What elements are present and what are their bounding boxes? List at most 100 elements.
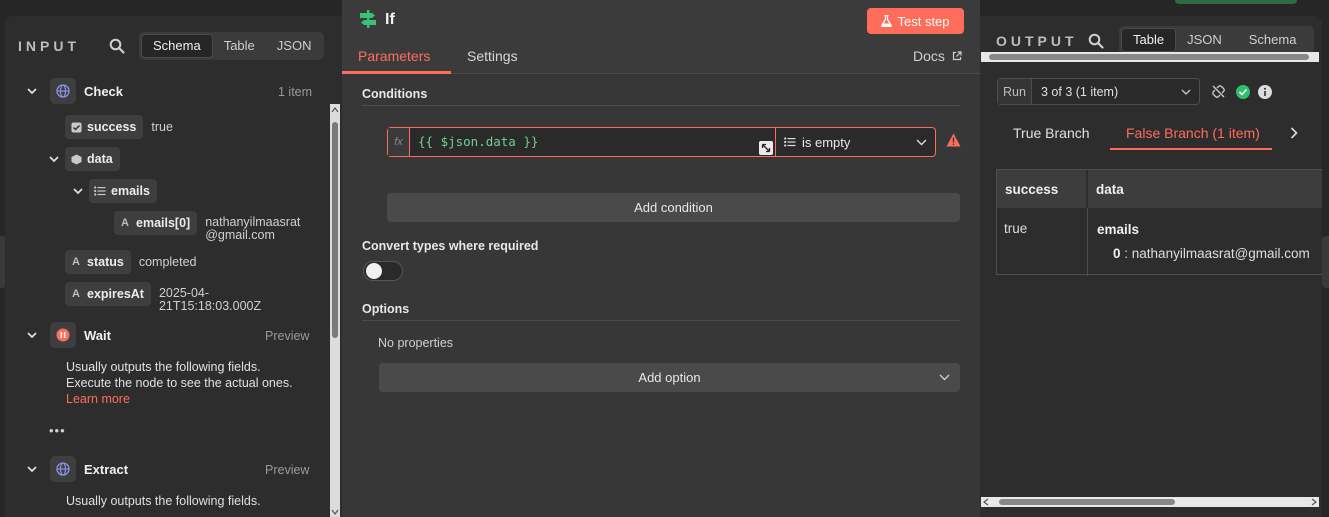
condition-operator-label: is empty bbox=[802, 134, 851, 150]
unlink-icon[interactable] bbox=[1212, 85, 1225, 98]
chevron-right-icon[interactable] bbox=[1290, 127, 1298, 139]
string-type-icon: A bbox=[72, 256, 80, 268]
node-row-wait[interactable]: Wait bbox=[27, 322, 111, 348]
chevron-down-icon bbox=[939, 374, 950, 381]
more-options-icon[interactable]: ••• bbox=[49, 423, 66, 439]
field-value-expires-line2: 21T15:18:03.000Z bbox=[158, 299, 262, 313]
run-selector[interactable]: Run 3 of 3 (1 item) bbox=[997, 78, 1200, 105]
output-bottom-scrollbar[interactable] bbox=[981, 497, 1319, 507]
checkbox-type-icon bbox=[65, 116, 87, 138]
node-name-extract: Extract bbox=[84, 461, 129, 477]
input-vertical-scrollbar[interactable] bbox=[330, 104, 340, 517]
field-key-box: success bbox=[65, 115, 144, 139]
input-tab-table[interactable]: Table bbox=[213, 34, 266, 58]
field-data[interactable]: data bbox=[49, 147, 120, 171]
fx-indicator: fx bbox=[388, 128, 410, 156]
tab-settings[interactable]: Settings bbox=[467, 48, 518, 64]
options-label: Options bbox=[362, 302, 410, 316]
chevron-down-icon[interactable] bbox=[73, 186, 83, 196]
divider bbox=[362, 320, 960, 321]
condition-row: fx {{ $json.data }} is empty bbox=[387, 127, 936, 157]
output-tab-table[interactable]: Table bbox=[1121, 28, 1177, 52]
canvas-edge-handle-right bbox=[1322, 236, 1329, 288]
column-divider bbox=[1087, 208, 1088, 276]
scroll-left-icon[interactable] bbox=[983, 498, 989, 506]
node-name-wait: Wait bbox=[84, 327, 111, 343]
chevron-down-icon[interactable] bbox=[27, 464, 37, 474]
scrollbar-thumb[interactable] bbox=[332, 122, 338, 338]
field-value-success: true bbox=[151, 120, 173, 134]
test-step-label: Test step bbox=[897, 13, 950, 29]
globe-icon bbox=[50, 78, 76, 104]
field-key-emails: emails bbox=[111, 184, 150, 198]
output-tab-schema[interactable]: Schema bbox=[1233, 28, 1313, 52]
column-header-data: data bbox=[1088, 170, 1322, 208]
scrollbar-thumb[interactable] bbox=[999, 499, 1175, 505]
field-status: A status completed bbox=[65, 250, 197, 274]
run-value: 3 of 3 (1 item) bbox=[1041, 84, 1119, 99]
cell-success: true bbox=[1004, 221, 1028, 236]
cell-data-value: nathanyilmaasrat@gmail.com bbox=[1131, 246, 1310, 261]
search-icon[interactable] bbox=[109, 38, 125, 54]
convert-types-toggle[interactable] bbox=[363, 261, 403, 281]
flask-icon bbox=[881, 15, 893, 27]
field-success: success true bbox=[65, 115, 173, 139]
field-value-status: completed bbox=[138, 255, 197, 269]
chevron-down-icon[interactable] bbox=[27, 86, 37, 96]
output-tab-json[interactable]: JSON bbox=[1176, 28, 1233, 52]
node-preview-label: Preview bbox=[265, 463, 310, 477]
scroll-up-icon[interactable] bbox=[331, 107, 339, 113]
field-key-success: success bbox=[87, 120, 137, 134]
input-tab-schema[interactable]: Schema bbox=[141, 34, 213, 58]
node-preview-label: Preview bbox=[265, 329, 310, 343]
chevron-down-icon[interactable] bbox=[27, 330, 37, 340]
warning-icon[interactable] bbox=[946, 133, 961, 147]
chevron-down-icon bbox=[1181, 89, 1191, 95]
output-view-toggle: Table JSON Schema bbox=[1119, 26, 1315, 54]
field-value-emails0-line2: @gmail.com bbox=[205, 228, 275, 242]
tab-true-branch[interactable]: True Branch bbox=[1013, 125, 1090, 141]
add-condition-button[interactable]: Add condition bbox=[387, 193, 960, 222]
tab-false-branch[interactable]: False Branch (1 item) bbox=[1126, 125, 1260, 141]
extract-help-text: Usually outputs the following fields. bbox=[66, 494, 261, 508]
field-emails[interactable]: emails bbox=[73, 179, 157, 203]
input-panel-title: INPUT bbox=[18, 38, 80, 54]
chevron-down-icon[interactable] bbox=[49, 154, 59, 164]
chevron-down-icon bbox=[916, 139, 927, 145]
column-header-success: success bbox=[997, 170, 1087, 208]
field-key-data: data bbox=[87, 152, 113, 166]
output-top-scrollbar[interactable] bbox=[981, 52, 1319, 62]
scroll-down-icon[interactable] bbox=[331, 509, 339, 515]
info-icon[interactable] bbox=[1258, 85, 1272, 99]
condition-expression-input[interactable]: {{ $json.data }} bbox=[410, 128, 776, 156]
add-option-button[interactable]: Add option bbox=[379, 363, 960, 392]
canvas-save-button[interactable] bbox=[1175, 0, 1297, 4]
node-name-check: Check bbox=[84, 83, 124, 99]
condition-expression-text: {{ $json.data }} bbox=[418, 134, 539, 149]
wait-help-text: Usually outputs the following fields. Ex… bbox=[66, 359, 293, 407]
field-value-expires: 2025-04- 21T15:18:03.000Z bbox=[159, 287, 261, 313]
scrollbar-thumb[interactable] bbox=[989, 54, 1309, 60]
scroll-right-icon[interactable] bbox=[1311, 498, 1317, 506]
run-label: Run bbox=[998, 79, 1032, 104]
search-icon[interactable] bbox=[1088, 33, 1104, 49]
docs-link[interactable]: Docs bbox=[913, 48, 962, 64]
docs-label: Docs bbox=[913, 48, 945, 64]
node-row-check[interactable]: Check bbox=[27, 78, 123, 104]
field-key-box: A expiresAt bbox=[65, 282, 151, 306]
input-tab-json[interactable]: JSON bbox=[266, 34, 323, 58]
if-node-icon bbox=[360, 10, 376, 28]
test-step-button[interactable]: Test step bbox=[867, 8, 964, 34]
node-title[interactable]: If bbox=[385, 11, 395, 29]
input-panel: INPUT Schema Table JSON Check 1 item suc… bbox=[5, 16, 342, 517]
external-link-icon bbox=[952, 51, 962, 61]
expand-editor-icon[interactable] bbox=[759, 141, 773, 155]
globe-icon bbox=[50, 456, 76, 482]
cube-type-icon bbox=[65, 148, 87, 170]
condition-operator-select[interactable]: is empty bbox=[776, 128, 935, 156]
node-row-extract[interactable]: Extract bbox=[27, 456, 128, 482]
learn-more-link[interactable]: Learn more bbox=[66, 391, 293, 407]
node-parameters-panel: If Test step Parameters Settings Docs Co… bbox=[342, 0, 980, 517]
pause-icon bbox=[50, 322, 76, 348]
tab-parameters[interactable]: Parameters bbox=[358, 48, 430, 64]
